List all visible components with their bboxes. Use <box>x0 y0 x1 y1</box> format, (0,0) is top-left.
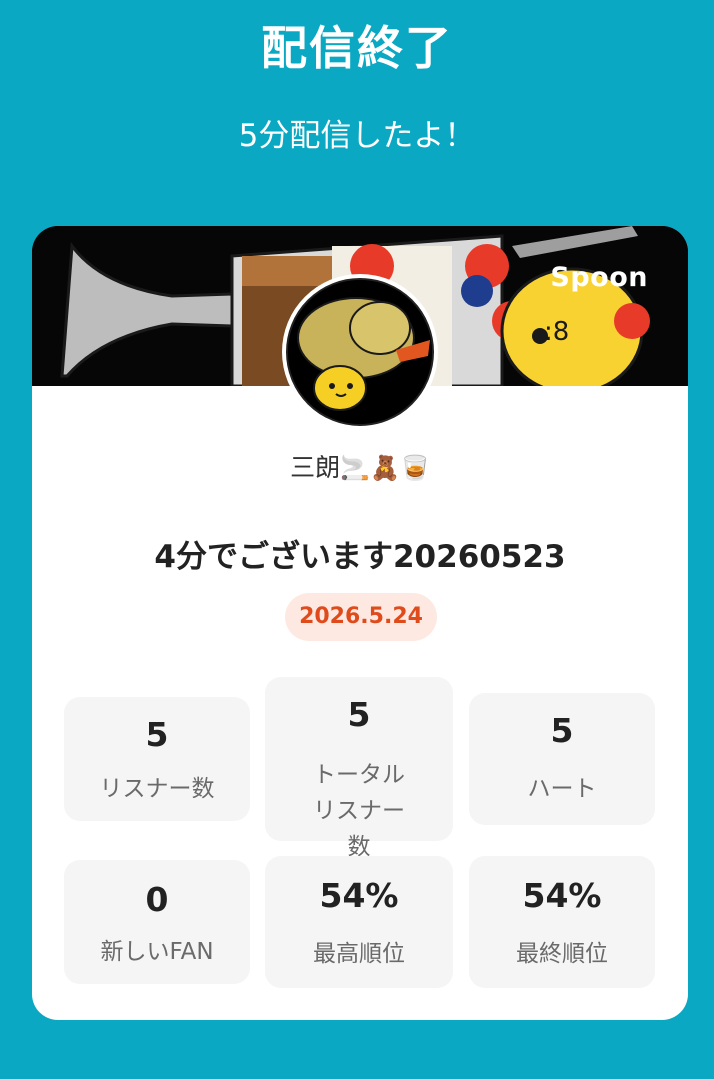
stat-label: ハート <box>527 776 597 802</box>
page-subtitle: 5分配信したよ！ <box>238 118 476 154</box>
stat-value: 5 <box>550 711 574 750</box>
avatar-image <box>286 278 434 426</box>
stat-label: リスナー数 <box>99 776 215 802</box>
stat-label: 最終順位 <box>516 941 608 967</box>
stat-value: 0 <box>145 880 169 919</box>
stat-value: 54% <box>319 876 399 915</box>
stat-value: 54% <box>522 876 602 915</box>
stat-final-rank: 54% 最終順位 <box>469 856 655 988</box>
stat-label: 最高順位 <box>313 941 405 967</box>
stat-label: トータルリスナー数 <box>313 762 405 860</box>
stat-hearts: 5 ハート <box>469 693 655 825</box>
stat-highest-rank: 54% 最高順位 <box>265 856 453 988</box>
stat-new-fans: 0 新しいFAN <box>64 860 250 984</box>
stat-value: 5 <box>145 715 169 754</box>
avatar[interactable] <box>282 274 438 430</box>
stat-total-listeners: 5 トータルリスナー数 <box>265 677 453 860</box>
username: 三朗🚬🧸🥃 <box>32 448 688 484</box>
username-text: 三朗 <box>290 453 341 482</box>
stat-value: 5 <box>347 695 371 734</box>
broadcast-end-screen: 配信終了 5分配信したよ！:8 Spoon 三朗🚬🧸🥃 4分でございます202… <box>0 0 714 1079</box>
spoon-logo: Spoon <box>550 262 648 293</box>
broadcast-title: 4分でございます20260523 <box>154 539 566 575</box>
stat-label: 新しいFAN <box>100 939 214 965</box>
stat-listeners: 5 リスナー数 <box>64 697 250 821</box>
username-emojis: 🚬🧸🥃 <box>340 454 430 482</box>
date-badge: 2026.5.24 <box>285 593 437 641</box>
svg-text::8: :8 <box>544 317 569 347</box>
broadcast-summary-card: :8 Spoon 三朗🚬🧸🥃 4分でございます20260523 2026.5.2… <box>32 226 688 1020</box>
page-title: 配信終了 <box>261 21 453 75</box>
